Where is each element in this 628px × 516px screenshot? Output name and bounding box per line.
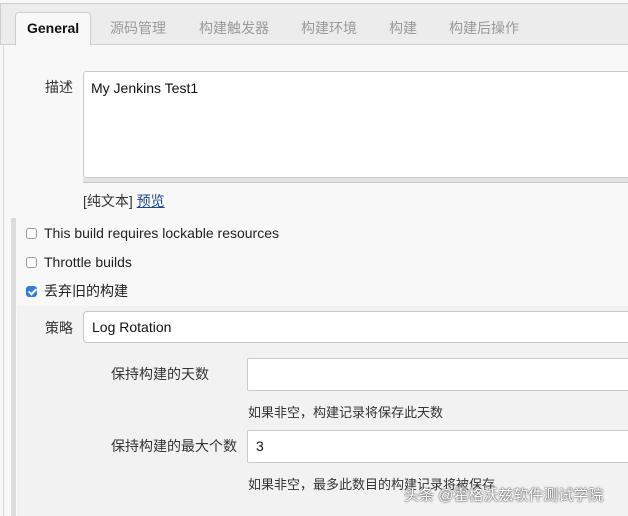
section-indent-bar [11,218,16,516]
tab-build-environment[interactable]: 构建环境 [301,13,357,46]
tab-bar: General 源码管理 构建触发器 构建环境 构建 构建后操作 [0,3,628,46]
tab-build-triggers[interactable]: 构建触发器 [199,13,269,46]
days-to-keep-input[interactable] [247,358,628,391]
option-label: Throttle builds [44,254,132,270]
option-throttle-builds[interactable]: Throttle builds [26,252,132,272]
max-builds-label: 保持构建的最大个数 [111,438,237,454]
textarea-resize-handle[interactable] [83,178,628,183]
strategy-label: 策略 [45,320,73,336]
option-discard-old-builds[interactable]: 丢弃旧的构建 [26,281,128,301]
checkbox-throttle-builds[interactable] [26,256,37,268]
strategy-select[interactable]: Log Rotation [83,311,628,343]
description-format: [纯文本] 预览 [83,191,165,211]
option-lockable-resources[interactable]: This build requires lockable resources [26,223,279,243]
option-label: 丢弃旧的构建 [44,283,128,299]
frame-border [3,44,4,516]
preview-link[interactable]: 预览 [137,193,165,209]
days-to-keep-help: 如果非空，构建记录将保存此天数 [248,405,444,420]
description-label: 描述 [45,79,73,95]
tab-build[interactable]: 构建 [389,13,417,46]
option-label: This build requires lockable resources [44,225,279,241]
checkbox-discard-old-builds[interactable] [26,285,37,297]
watermark: 头条 @霍格沃兹软件测试学院 [404,487,604,504]
format-plain-text: [纯文本] [83,193,133,209]
tab-general[interactable]: General [15,12,92,46]
tab-source-code-management[interactable]: 源码管理 [110,13,166,46]
days-to-keep-label: 保持构建的天数 [111,366,209,382]
description-textarea[interactable]: My Jenkins Test1 [83,71,628,178]
tab-post-build-actions[interactable]: 构建后操作 [449,13,519,46]
checkbox-lockable-resources[interactable] [26,227,37,239]
max-builds-input[interactable]: 3 [247,430,628,463]
